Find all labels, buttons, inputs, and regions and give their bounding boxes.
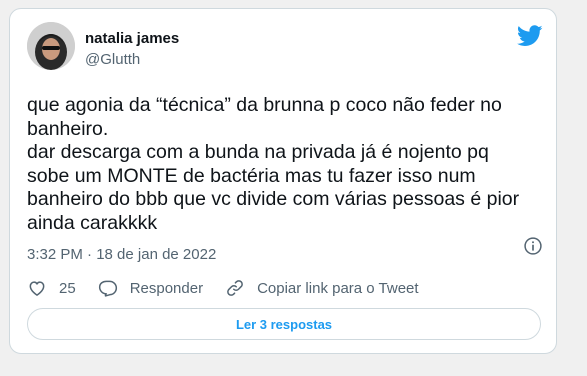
link-icon bbox=[227, 280, 243, 296]
tweet-actions: 25 Responder Copiar link para o Tweet bbox=[27, 277, 537, 299]
reply-icon bbox=[98, 280, 117, 297]
tweet-timestamp[interactable]: 3:32 PM · 18 de jan de 2022 bbox=[27, 246, 216, 263]
copy-link-button[interactable]: Copiar link para o Tweet bbox=[225, 278, 419, 298]
embedded-tweet-card: natalia james @Glutth que agonia da “téc… bbox=[9, 8, 557, 354]
copy-link-label: Copiar link para o Tweet bbox=[257, 279, 419, 297]
tweet-text: que agonia da “técnica” da brunna p coco… bbox=[27, 94, 520, 234]
heart-icon bbox=[29, 281, 45, 296]
author-name[interactable]: natalia james bbox=[85, 30, 179, 47]
like-button[interactable]: 25 bbox=[27, 278, 76, 298]
reply-label: Responder bbox=[129, 279, 204, 297]
twitter-bird-icon[interactable] bbox=[517, 25, 543, 47]
author-handle[interactable]: @Glutth bbox=[85, 51, 140, 68]
avatar[interactable] bbox=[27, 22, 75, 70]
avatar-image bbox=[27, 22, 75, 70]
read-replies-button[interactable]: Ler 3 respostas bbox=[27, 308, 541, 340]
info-icon[interactable] bbox=[523, 236, 543, 256]
like-count: 25 bbox=[59, 279, 76, 297]
reply-button[interactable]: Responder bbox=[98, 278, 203, 298]
